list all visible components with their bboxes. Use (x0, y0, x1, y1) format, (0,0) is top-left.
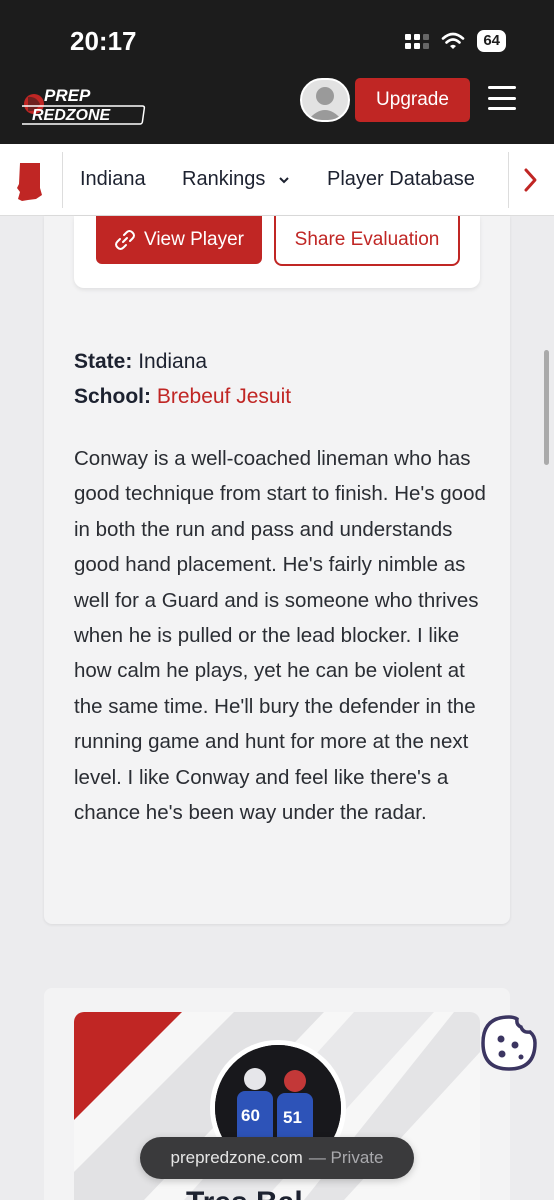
url-text: prepredzone.com (170, 1148, 303, 1167)
cookie-icon[interactable] (480, 1014, 538, 1072)
evaluation-text: Conway is a well-coached lineman who has… (74, 447, 486, 825)
nav-item-indiana[interactable]: Indiana (80, 168, 146, 191)
signal-icon (405, 33, 430, 49)
chevron-right-icon[interactable] (520, 166, 540, 194)
battery-icon: 64 (477, 30, 506, 52)
svg-text:51: 51 (283, 1108, 302, 1127)
status-icons: 64 (405, 30, 506, 52)
indiana-state-icon[interactable] (14, 162, 46, 202)
browser-url-bar[interactable]: prepredzone.com — Private (140, 1137, 414, 1179)
player-state: State: Indiana (74, 350, 207, 374)
nav-item-rankings[interactable]: Rankings (182, 168, 291, 191)
prep-redzone-logo[interactable]: PREP REDZONE (22, 82, 152, 128)
svg-text:60: 60 (241, 1106, 260, 1125)
chevron-down-icon (279, 177, 289, 184)
nav-divider-right (508, 152, 509, 208)
view-player-button[interactable]: View Player (96, 216, 262, 264)
nav-rankings-label: Rankings (182, 168, 266, 190)
status-time: 20:17 (70, 26, 137, 56)
next-player-name[interactable]: Tres Bal (186, 1186, 303, 1200)
nav-item-player-database[interactable]: Player Database (327, 168, 475, 191)
state-value: Indiana (138, 350, 208, 373)
state-nav: Indiana Rankings Player Database (0, 144, 554, 216)
menu-icon[interactable] (488, 86, 516, 110)
school-link[interactable]: Brebeuf Jesuit (157, 385, 291, 408)
svg-text:REDZONE: REDZONE (32, 107, 112, 124)
share-evaluation-button[interactable]: Share Evaluation (274, 216, 460, 266)
school-label: School: (74, 385, 151, 408)
site-header: PREP REDZONE Upgrade (0, 76, 554, 144)
private-label: — Private (308, 1148, 384, 1167)
view-player-label: View Player (144, 229, 244, 250)
link-icon (115, 230, 135, 250)
svg-text:PREP: PREP (44, 86, 91, 105)
wifi-icon (442, 32, 465, 49)
nav-divider (62, 152, 63, 208)
user-avatar[interactable] (300, 78, 350, 122)
upgrade-button[interactable]: Upgrade (355, 78, 470, 122)
player-school: School: Brebeuf Jesuit (74, 385, 291, 409)
scrollbar[interactable] (544, 350, 549, 465)
avatar-icon (308, 87, 342, 120)
status-bar: 20:17 64 (0, 0, 554, 76)
state-label: State: (74, 350, 133, 373)
